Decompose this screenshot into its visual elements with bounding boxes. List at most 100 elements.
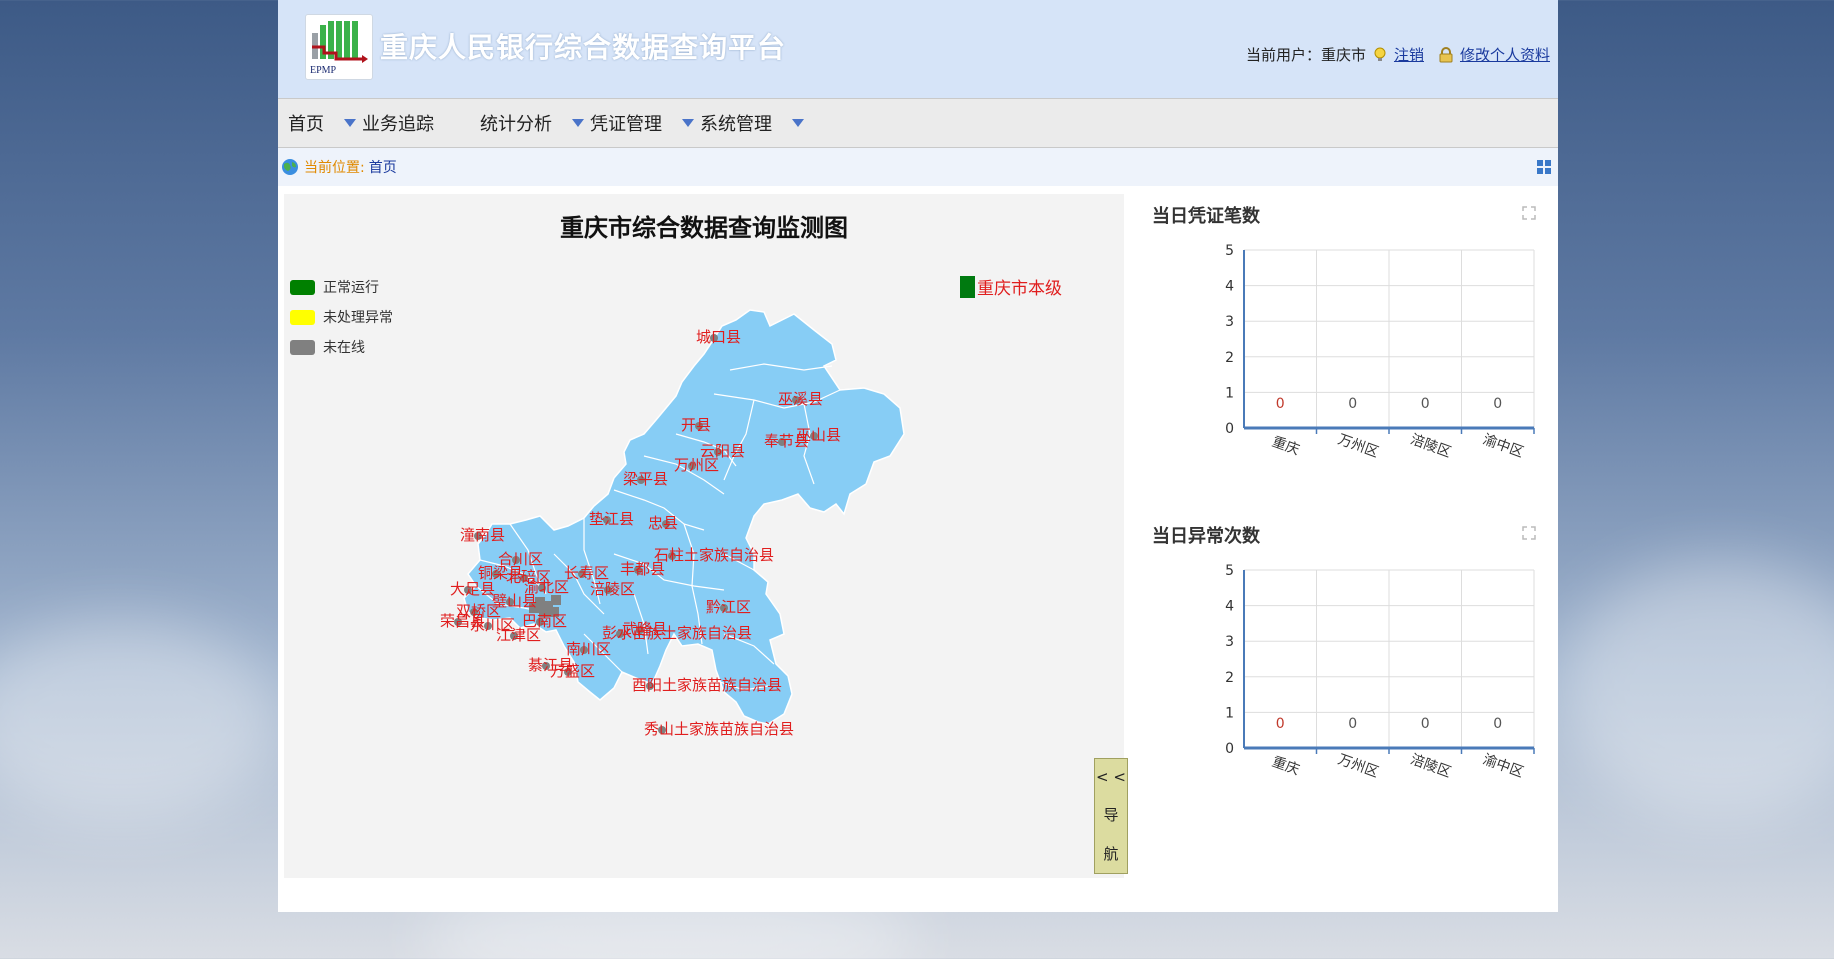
data-label: 0 — [1276, 716, 1285, 732]
voucher-count-chart-block: 当日凭证笔数 0 1 2 3 4 5 0 重庆 0 万州区 0 涪陵区 0 渝中区 — [1144, 194, 1558, 514]
district-label[interactable]: 开县 — [681, 416, 711, 434]
nav-toggle-label-2: 航 — [1103, 845, 1119, 863]
district-label[interactable]: 奉节县 — [764, 432, 809, 450]
menu-statistics-label: 统计分析 — [480, 114, 552, 135]
city-level-swatch — [960, 275, 975, 298]
exception-count-chart-title: 当日异常次数 — [1152, 526, 1260, 547]
menu-home-label: 首页 — [288, 114, 324, 135]
chevron-down-icon[interactable] — [572, 119, 584, 127]
district-label[interactable]: 垫江县 — [589, 510, 634, 528]
fullscreen-icon[interactable] — [1536, 159, 1552, 175]
x-tick-label: 涪陵区 — [1408, 752, 1453, 781]
breadcrumb-label: 当前位置: — [304, 160, 365, 176]
district-label[interactable]: 潼南县 — [460, 526, 505, 544]
current-user-label: 当前用户：重庆市 — [1245, 46, 1366, 64]
nav-toggle-arrow: < < — [1096, 768, 1126, 786]
y-tick-label: 2 — [1225, 670, 1234, 686]
app-title: 重庆人民银行综合数据查询平台 — [380, 31, 787, 64]
chevron-down-icon[interactable] — [792, 119, 804, 127]
data-label: 0 — [1493, 716, 1502, 732]
x-tick-label: 重庆 — [1270, 434, 1302, 459]
y-tick-label: 3 — [1225, 634, 1234, 650]
exception-count-chart: 0 1 2 3 4 5 0 重庆 0 万州区 0 涪陵区 0 渝中区 — [1225, 563, 1535, 781]
chevron-down-icon[interactable] — [682, 119, 694, 127]
district-label[interactable]: 丰都县 — [620, 560, 665, 578]
district-label[interactable]: 城口县 — [696, 328, 741, 346]
logout-link[interactable]: 注销 — [1394, 44, 1424, 65]
data-label: 0 — [1348, 396, 1357, 412]
y-tick-label: 4 — [1225, 599, 1234, 615]
menu-voucher-label: 凭证管理 — [590, 114, 662, 135]
y-tick-label: 2 — [1225, 350, 1234, 366]
menu-voucher[interactable]: 凭证管理 — [590, 110, 700, 136]
x-tick-label: 涪陵区 — [1408, 432, 1453, 461]
district-label[interactable]: 忠县 — [648, 514, 678, 532]
y-tick-label: 4 — [1225, 279, 1234, 295]
lock-icon — [1439, 46, 1453, 62]
x-tick-label: 重庆 — [1270, 754, 1302, 779]
legend-item-normal: 正常运行 — [290, 272, 393, 302]
chevron-down-icon[interactable] — [344, 119, 356, 127]
data-label: 0 — [1493, 396, 1502, 412]
menu-tracking[interactable]: 业务追踪 — [362, 110, 434, 136]
y-tick-label: 0 — [1225, 741, 1234, 757]
edit-profile-link[interactable]: 修改个人资料 — [1460, 44, 1550, 65]
x-tick-label: 渝中区 — [1481, 752, 1526, 781]
map-panel: 城口县 巫溪县 开县 巫山县 奉节县 云阳县 万州区 梁平县 垫江县 忠县 潼南县 合川区 石柱土家族自… — [284, 194, 1128, 878]
district-label[interactable]: 石柱土家族自治县 — [654, 546, 774, 564]
header: EPMP 重庆人民银行综合数据查询平台 当前用户：重庆市 注销 修改个人资料 — [278, 0, 1558, 98]
logo-graphic: EPMP — [310, 21, 368, 76]
exception-count-chart-block: 当日异常次数 0 1 2 3 4 5 0 重庆 0 万州区 0 涪陵区 0 渝中区 — [1144, 514, 1558, 834]
y-tick-label: 1 — [1225, 705, 1234, 721]
district-label[interactable]: 巫溪县 — [778, 390, 823, 408]
logo-text: EPMP — [310, 65, 337, 76]
city-level-label: 重庆市本级 — [977, 279, 1062, 299]
district-label[interactable]: 大足县 — [450, 580, 495, 598]
x-tick-label: 渝中区 — [1481, 432, 1526, 461]
x-tick-label: 万州区 — [1336, 752, 1381, 781]
voucher-count-chart: 0 1 2 3 4 5 0 重庆 0 万州区 0 涪陵区 0 渝中区 — [1225, 243, 1535, 461]
data-label: 0 — [1348, 716, 1357, 732]
menu-tracking-label: 业务追踪 — [362, 114, 434, 135]
legend-swatch-normal — [290, 279, 315, 295]
x-tick-label: 万州区 — [1336, 432, 1381, 461]
nav-toggle-button[interactable]: < < 导 航 — [1094, 758, 1128, 874]
menu-home[interactable]: 首页 — [288, 110, 362, 136]
y-tick-label: 5 — [1225, 563, 1234, 579]
breadcrumb: 当前位置: 首页 — [278, 148, 1558, 186]
breadcrumb-home-link[interactable]: 首页 — [369, 157, 397, 177]
expand-icon[interactable] — [1522, 206, 1536, 220]
data-label: 0 — [1276, 396, 1285, 412]
expand-icon[interactable] — [1522, 526, 1536, 540]
district-label[interactable]: 万盛区 — [550, 662, 595, 680]
district-label[interactable]: 酉阳土家族苗族自治县 — [632, 676, 782, 694]
legend-label-exception: 未处理异常 — [323, 310, 393, 326]
district-label[interactable]: 涪陵区 — [590, 580, 635, 598]
y-tick-label: 3 — [1225, 314, 1234, 330]
voucher-count-chart-title: 当日凭证笔数 — [1152, 206, 1260, 227]
district-label[interactable]: 梁平县 — [623, 470, 668, 488]
district-label[interactable]: 黔江区 — [706, 598, 751, 616]
right-panel: 当日凭证笔数 0 1 2 3 4 5 0 重庆 0 万州区 0 涪陵区 0 渝中区 当日异常次数 0 1 2 3… — [1144, 194, 1558, 834]
map-title: 重庆市综合数据查询监测图 — [560, 214, 848, 242]
data-label: 0 — [1421, 396, 1430, 412]
y-tick-label: 5 — [1225, 243, 1234, 259]
district-label[interactable]: 巴南区 — [522, 612, 567, 630]
menu-statistics[interactable]: 统计分析 — [480, 110, 590, 136]
legend-swatch-offline — [290, 339, 315, 355]
app-logo: EPMP — [305, 14, 373, 80]
menu-system-label: 系统管理 — [700, 114, 772, 135]
legend-swatch-exception — [290, 309, 315, 325]
legend-label-offline: 未在线 — [323, 340, 365, 356]
urban-district-marker[interactable] — [551, 595, 561, 605]
district-label[interactable]: 万州区 — [674, 456, 719, 474]
city-level-marker[interactable]: 重庆市本级 — [960, 274, 1062, 299]
legend-item-exception: 未处理异常 — [290, 302, 393, 332]
main-menu: 首页 业务追踪 统计分析 凭证管理 系统管理 — [278, 98, 1558, 148]
district-label[interactable]: 秀山土家族苗族自治县 — [644, 720, 794, 738]
district-label[interactable]: 武隆县 — [622, 620, 667, 638]
lightbulb-icon — [1374, 47, 1386, 61]
y-tick-label: 1 — [1225, 385, 1234, 401]
menu-system[interactable]: 系统管理 — [700, 110, 810, 136]
legend-label-normal: 正常运行 — [323, 280, 379, 296]
